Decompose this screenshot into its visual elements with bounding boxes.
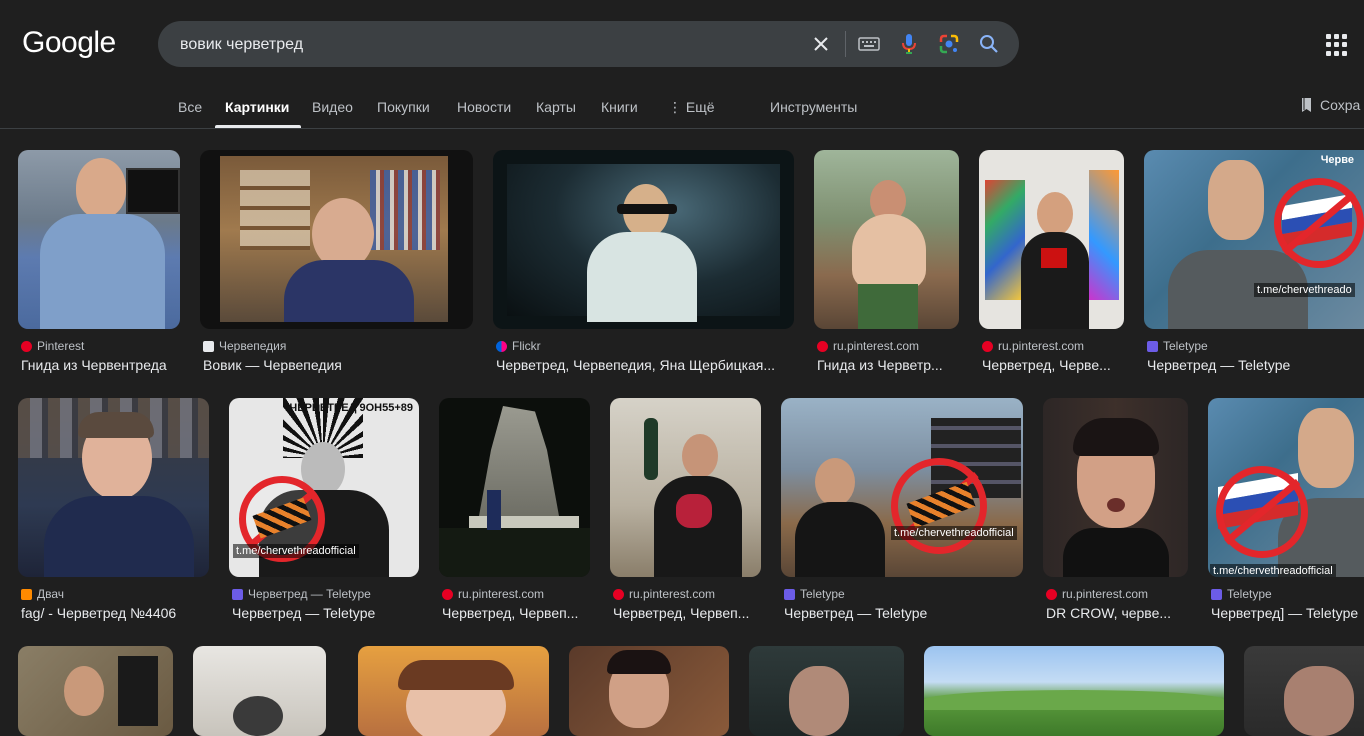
result-thumbnail[interactable] bbox=[569, 646, 729, 736]
result-source[interactable]: Teletype bbox=[1227, 587, 1272, 601]
result-source[interactable]: Двач bbox=[37, 587, 64, 601]
tab-video[interactable]: Видео bbox=[312, 99, 353, 115]
image-overlay-text: Черве bbox=[1320, 154, 1354, 166]
pinterest-icon bbox=[982, 340, 993, 352]
teletype-icon bbox=[784, 588, 795, 600]
image-watermark: t.me/chervethreado bbox=[1254, 283, 1355, 297]
search-divider bbox=[845, 31, 846, 57]
result-thumbnail[interactable] bbox=[924, 646, 1224, 736]
pinterest-icon bbox=[817, 340, 828, 352]
result-thumbnail[interactable] bbox=[439, 398, 590, 577]
result-thumbnail[interactable] bbox=[18, 646, 173, 736]
search-bar[interactable] bbox=[158, 21, 1019, 69]
result-thumbnail[interactable] bbox=[1043, 398, 1188, 577]
teletype-icon bbox=[1211, 588, 1222, 600]
flickr-icon bbox=[496, 340, 507, 352]
result-thumbnail[interactable] bbox=[1244, 646, 1364, 736]
result-source[interactable]: ru.pinterest.com bbox=[458, 587, 544, 601]
search-icon[interactable] bbox=[977, 32, 1001, 56]
keyboard-icon[interactable] bbox=[857, 32, 881, 56]
tab-more[interactable]: ⋮ Ещё bbox=[668, 99, 715, 116]
result-source[interactable]: Teletype bbox=[1163, 339, 1208, 353]
ban-sign-icon bbox=[1216, 466, 1308, 558]
result-title[interactable]: Черветред, Черве... bbox=[982, 357, 1123, 373]
ban-sign-icon bbox=[1274, 178, 1364, 268]
image-watermark: t.me/chervethreadofficial bbox=[891, 526, 1017, 540]
result-thumbnail[interactable] bbox=[200, 150, 473, 329]
dvach-icon bbox=[21, 588, 32, 600]
result-thumbnail[interactable] bbox=[193, 646, 326, 736]
teletype-icon bbox=[232, 588, 243, 600]
result-title[interactable]: DR CROW, черве... bbox=[1046, 605, 1187, 621]
result-title[interactable]: Гнида из Червентреда bbox=[21, 357, 179, 373]
search-input[interactable] bbox=[178, 21, 782, 69]
result-thumbnail[interactable] bbox=[18, 398, 209, 577]
result-thumbnail[interactable]: ЧЕРВЕТРЕД 9ОН55+89 t.me/chervethreadoffi… bbox=[229, 398, 419, 577]
result-title[interactable]: Черветред — Teletype bbox=[1147, 357, 1347, 373]
result-title[interactable]: Вовик — Червепедия bbox=[203, 357, 472, 373]
result-title[interactable]: Черветред, Червеп... bbox=[613, 605, 760, 621]
microphone-icon[interactable] bbox=[897, 32, 921, 56]
teletype-icon bbox=[1147, 340, 1158, 352]
result-thumbnail[interactable] bbox=[493, 150, 794, 329]
saved-button[interactable]: Сохра bbox=[1300, 97, 1360, 113]
pinterest-icon bbox=[21, 340, 32, 352]
result-title[interactable]: Гнида из Черветр... bbox=[817, 357, 958, 373]
result-title[interactable]: Черветред — Teletype bbox=[784, 605, 1022, 621]
google-logo[interactable]: Google bbox=[22, 26, 116, 60]
result-source[interactable]: Teletype bbox=[800, 587, 845, 601]
image-overlay-text: ЧЕРВЕТРЕД 9ОН55+89 bbox=[289, 402, 413, 414]
result-title[interactable]: Черветред, Червепедия, Яна Щербицкая... bbox=[496, 357, 793, 373]
result-title[interactable]: Черветред] — Teletype bbox=[1211, 605, 1363, 621]
apps-grid-icon[interactable] bbox=[1326, 34, 1348, 56]
pinterest-icon bbox=[1046, 588, 1057, 600]
tab-maps[interactable]: Карты bbox=[536, 99, 576, 115]
result-title[interactable]: Черветред — Teletype bbox=[232, 605, 418, 621]
pinterest-icon bbox=[442, 588, 453, 600]
wiki-icon bbox=[203, 340, 214, 352]
result-source[interactable]: ru.pinterest.com bbox=[629, 587, 715, 601]
result-thumbnail[interactable] bbox=[358, 646, 549, 736]
pinterest-icon bbox=[613, 588, 624, 600]
result-source[interactable]: ru.pinterest.com bbox=[998, 339, 1084, 353]
result-thumbnail[interactable] bbox=[749, 646, 904, 736]
result-title[interactable]: Черветред, Червеп... bbox=[442, 605, 589, 621]
result-thumbnail[interactable]: Черве t.me/chervethreado bbox=[1144, 150, 1364, 329]
result-source[interactable]: ru.pinterest.com bbox=[833, 339, 919, 353]
image-watermark: t.me/chervethreadofficial bbox=[233, 544, 359, 558]
result-thumbnail[interactable] bbox=[610, 398, 761, 577]
result-source[interactable]: Pinterest bbox=[37, 339, 84, 353]
image-watermark: t.me/chervethreadofficial bbox=[1210, 564, 1336, 577]
result-thumbnail[interactable] bbox=[979, 150, 1124, 329]
result-source[interactable]: Червепедия bbox=[219, 339, 286, 353]
result-source[interactable]: Черветред — Teletype bbox=[248, 587, 371, 601]
result-thumbnail[interactable] bbox=[18, 150, 180, 329]
result-thumbnail[interactable]: t.me/chervethreadofficial bbox=[781, 398, 1023, 577]
result-thumbnail[interactable]: t.me/chervethreadofficial bbox=[1208, 398, 1364, 577]
header: Google bbox=[0, 0, 1364, 88]
active-tab-indicator bbox=[215, 125, 301, 128]
result-source[interactable]: ru.pinterest.com bbox=[1062, 587, 1148, 601]
tab-books[interactable]: Книги bbox=[601, 99, 638, 115]
bookmark-icon bbox=[1302, 98, 1311, 112]
clear-icon[interactable] bbox=[809, 32, 833, 56]
lens-icon[interactable] bbox=[937, 32, 961, 56]
tools-button[interactable]: Инструменты bbox=[770, 99, 857, 115]
tab-images[interactable]: Картинки bbox=[225, 99, 289, 115]
tab-news[interactable]: Новости bbox=[457, 99, 511, 115]
search-tabs: Все Картинки Видео Покупки Новости Карты… bbox=[0, 88, 1364, 129]
saved-label: Сохра bbox=[1320, 97, 1361, 113]
tab-all[interactable]: Все bbox=[178, 99, 202, 115]
tab-shopping[interactable]: Покупки bbox=[377, 99, 430, 115]
result-thumbnail[interactable] bbox=[814, 150, 959, 329]
result-source[interactable]: Flickr bbox=[512, 339, 541, 353]
result-title[interactable]: fag/ - Черветред №4406 bbox=[21, 605, 208, 621]
